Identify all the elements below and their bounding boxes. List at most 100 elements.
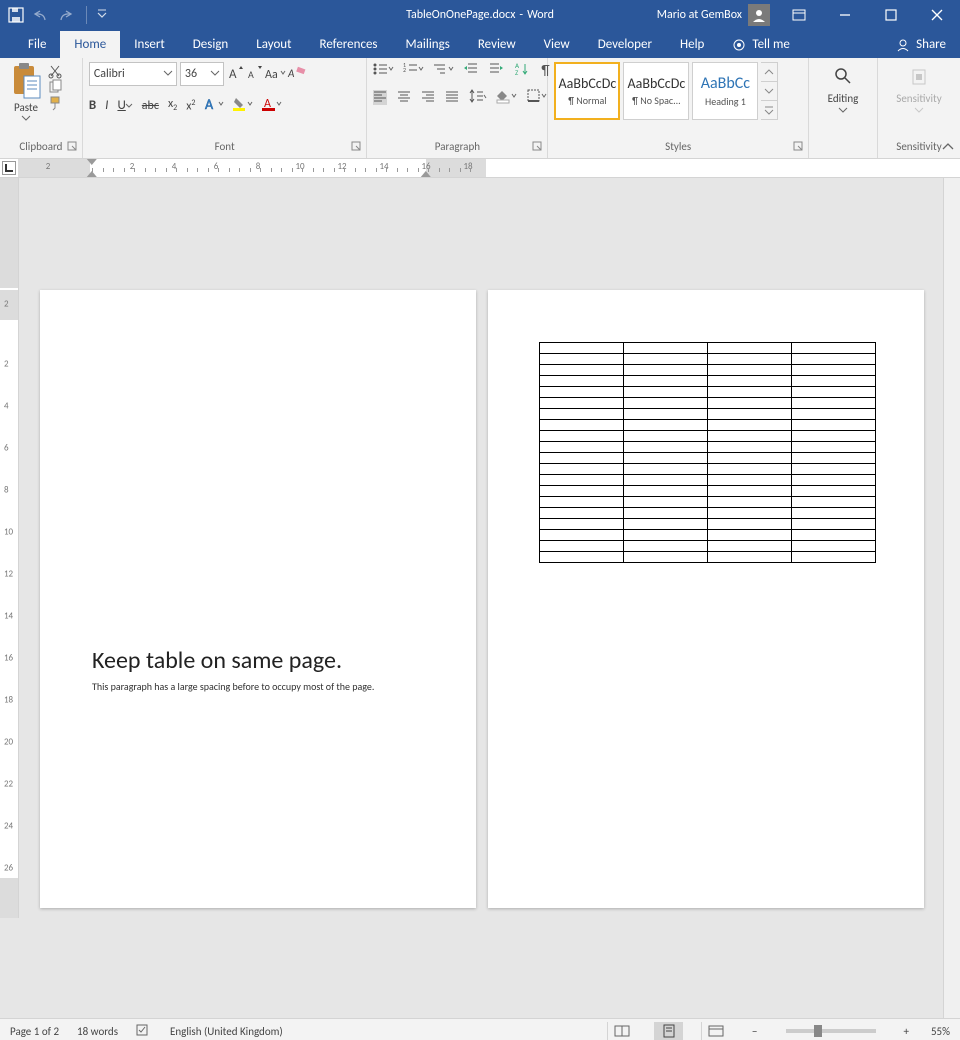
line-spacing-icon[interactable] (469, 89, 487, 106)
window-title: TableOnOnePage.docx - Word (406, 8, 554, 22)
doc-heading[interactable]: Keep table on same page. (92, 646, 342, 675)
qat-separator (86, 6, 87, 24)
tab-developer[interactable]: Developer (584, 31, 666, 58)
tell-me[interactable]: Tell me (718, 31, 803, 58)
grow-font-icon[interactable]: A (227, 65, 243, 84)
align-right-icon[interactable] (421, 90, 435, 105)
strikethrough-icon[interactable]: abc (142, 99, 159, 113)
shading-icon[interactable] (497, 89, 517, 106)
share-button[interactable]: Share (882, 31, 960, 58)
zoom-slider[interactable] (786, 1029, 876, 1033)
sort-icon[interactable]: AZ (515, 62, 531, 79)
zoom-in-icon[interactable]: + (900, 1025, 913, 1038)
tab-layout[interactable]: Layout (242, 31, 305, 58)
tab-review[interactable]: Review (464, 31, 530, 58)
group-paragraph: 12 AZ ¶ Paragraph (367, 58, 548, 158)
tab-home[interactable]: Home (60, 31, 120, 58)
collapse-ribbon-icon[interactable] (942, 142, 954, 155)
tab-file[interactable]: File (14, 31, 60, 58)
print-layout-icon[interactable] (654, 1022, 683, 1040)
change-case-icon[interactable]: Aa (265, 65, 285, 84)
spellcheck-icon[interactable] (136, 1023, 152, 1040)
bullets-icon[interactable] (373, 62, 393, 79)
clipboard-dialog-icon[interactable] (68, 142, 78, 155)
bold-icon[interactable]: B (89, 98, 96, 113)
svg-text:A: A (287, 67, 295, 80)
quick-access-toolbar (0, 6, 115, 24)
tab-selector-icon[interactable] (2, 161, 16, 175)
align-center-icon[interactable] (397, 90, 411, 105)
styles-gallery[interactable]: AaBbCcDc¶ Normal AaBbCcDc¶ No Spac... Aa… (554, 62, 778, 120)
tab-design[interactable]: Design (179, 31, 242, 58)
doc-paragraph[interactable]: This paragraph has a large spacing befor… (92, 680, 374, 693)
styles-down-icon[interactable] (761, 82, 777, 101)
status-page[interactable]: Page 1 of 2 (10, 1025, 59, 1038)
redo-icon[interactable] (58, 8, 76, 22)
tab-insert[interactable]: Insert (120, 31, 179, 58)
underline-icon[interactable]: U (117, 98, 132, 113)
cut-icon[interactable] (48, 64, 64, 78)
page-2[interactable] (488, 290, 924, 908)
qat-customize-icon[interactable] (97, 10, 107, 20)
tab-references[interactable]: References (306, 31, 392, 58)
vertical-ruler[interactable]: 2 2 4 6 8 10 12 14 16 18 20 22 24 26 (0, 178, 19, 918)
style-normal[interactable]: AaBbCcDc¶ Normal (554, 62, 620, 120)
numbering-icon[interactable]: 12 (403, 62, 423, 79)
tab-view[interactable]: View (530, 31, 584, 58)
borders-icon[interactable] (527, 89, 547, 106)
increase-indent-icon[interactable] (489, 62, 505, 79)
undo-icon[interactable] (32, 8, 50, 22)
zoom-out-icon[interactable]: − (748, 1025, 761, 1038)
style-heading1[interactable]: AaBbCcHeading 1 (692, 62, 758, 120)
doc-table[interactable] (539, 342, 876, 563)
maximize-icon[interactable] (868, 0, 914, 30)
font-size-combo[interactable]: 36 (180, 62, 224, 86)
font-dialog-icon[interactable] (352, 142, 362, 155)
font-name-combo[interactable]: Calibri (89, 62, 177, 86)
web-layout-icon[interactable] (701, 1022, 730, 1040)
read-mode-icon[interactable] (607, 1022, 636, 1040)
justify-icon[interactable] (445, 90, 459, 105)
title-bar: TableOnOnePage.docx - Word Mario at GemB… (0, 0, 960, 30)
styles-scroll[interactable] (761, 62, 778, 120)
tab-help[interactable]: Help (666, 31, 718, 58)
styles-dialog-icon[interactable] (794, 142, 804, 155)
svg-text:A: A (229, 67, 237, 82)
format-painter-icon[interactable] (48, 96, 64, 110)
style-nospacing[interactable]: AaBbCcDc¶ No Spac... (623, 62, 689, 120)
styles-more-icon[interactable] (761, 101, 777, 119)
italic-icon[interactable]: I (105, 98, 108, 113)
paste-button[interactable]: Paste (6, 62, 46, 126)
paragraph-dialog-icon[interactable] (533, 142, 543, 155)
account-name[interactable]: Mario at GemBox (651, 8, 748, 22)
highlight-icon[interactable] (233, 96, 253, 115)
shrink-font-icon[interactable]: A (246, 65, 262, 84)
status-language[interactable]: English (United Kingdom) (170, 1025, 283, 1038)
close-icon[interactable] (914, 0, 960, 30)
font-color-icon[interactable]: A (262, 96, 282, 115)
minimize-icon[interactable] (822, 0, 868, 30)
subscript-icon[interactable]: x2 (168, 97, 177, 113)
page-1[interactable]: Keep table on same page. This paragraph … (40, 290, 476, 908)
editing-button[interactable]: Editing (815, 62, 871, 118)
superscript-icon[interactable]: x2 (186, 98, 195, 114)
first-line-indent-icon[interactable] (87, 159, 97, 165)
save-icon[interactable] (8, 7, 24, 23)
status-words[interactable]: 18 words (77, 1025, 118, 1038)
zoom-level[interactable]: 55% (931, 1025, 950, 1038)
document-area: 2 2 4 6 8 10 12 14 16 18 20 22 24 26 Kee… (0, 178, 960, 1018)
ribbon-display-icon[interactable] (776, 0, 822, 30)
horizontal-ruler[interactable]: 2 2 4 6 8 10 12 14 16 18 (0, 159, 960, 178)
tab-mailings[interactable]: Mailings (392, 31, 464, 58)
group-clipboard: Paste Clipboard (0, 58, 83, 158)
vertical-scrollbar[interactable] (943, 178, 960, 1018)
text-effects-icon[interactable]: A (204, 96, 224, 115)
multilevel-icon[interactable] (433, 62, 453, 79)
copy-icon[interactable] (48, 80, 64, 94)
avatar-icon[interactable] (748, 4, 770, 26)
clear-formatting-icon[interactable]: A (288, 65, 306, 84)
decrease-indent-icon[interactable] (463, 62, 479, 79)
styles-up-icon[interactable] (761, 63, 777, 82)
align-left-icon[interactable] (373, 90, 387, 105)
group-editing: Editing (809, 58, 878, 158)
